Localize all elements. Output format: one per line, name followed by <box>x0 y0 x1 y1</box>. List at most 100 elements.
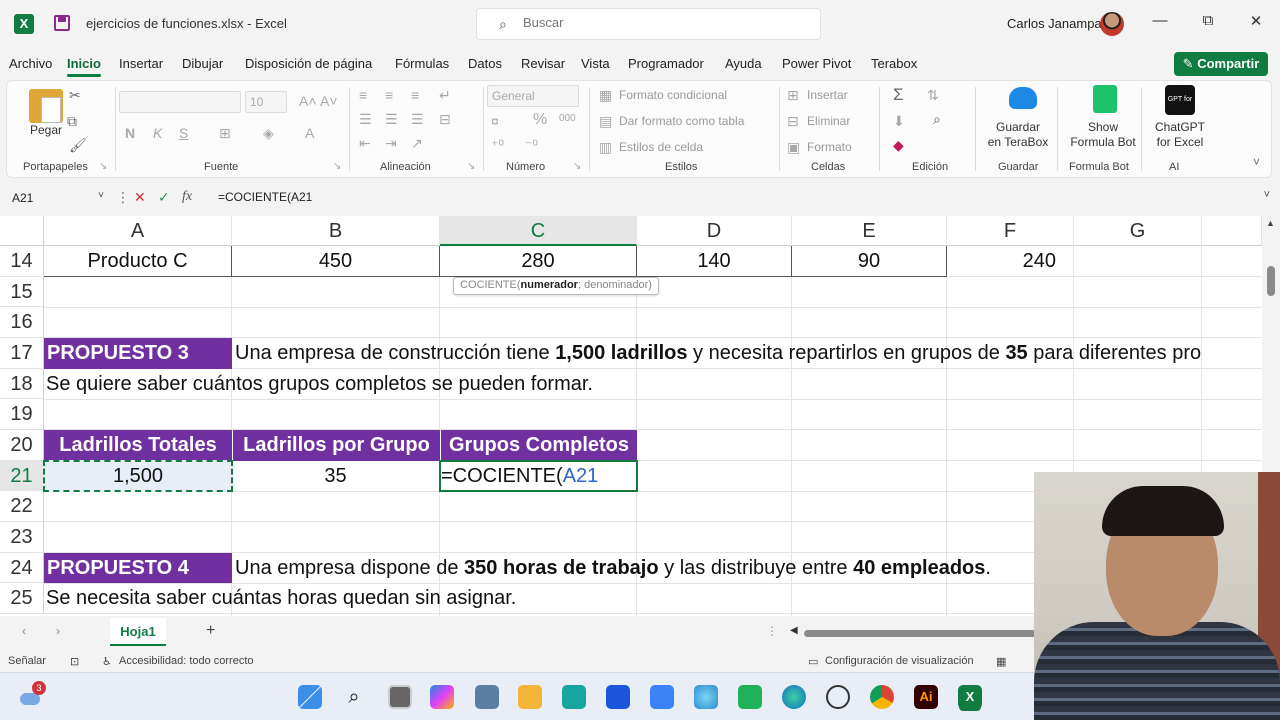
row-header-18[interactable]: 18 <box>0 369 44 399</box>
edge-icon[interactable] <box>782 685 806 709</box>
add-sheet-button[interactable]: + <box>206 622 215 640</box>
cell-b20[interactable]: Ladrillos por Grupo <box>232 430 440 461</box>
font-grow-icon[interactable]: A˄ <box>299 93 317 109</box>
delete-cells-button[interactable]: Eliminar <box>807 114 850 128</box>
table-format-icon[interactable]: ▤ <box>599 113 612 130</box>
tab-formulas[interactable]: Fórmulas <box>395 56 449 71</box>
insert-cells-icon[interactable]: ⊞ <box>787 87 799 104</box>
bold-button[interactable]: N <box>125 125 135 141</box>
font-shrink-icon[interactable]: A˅ <box>320 93 338 109</box>
chatgpt-for-excel-button[interactable]: ChatGPT for Excel <box>1145 120 1215 150</box>
cell-c20[interactable]: Grupos Completos <box>440 430 637 461</box>
search-input[interactable] <box>523 15 803 30</box>
select-all-corner[interactable] <box>0 216 44 246</box>
number-format-box[interactable]: General <box>487 85 579 107</box>
cell-a25[interactable]: Se necesita saber cuántas horas quedan s… <box>46 583 516 614</box>
minimize-button[interactable]: — <box>1145 12 1175 29</box>
cancel-formula-button[interactable]: ✕ <box>134 189 146 206</box>
camtasia-icon[interactable] <box>738 685 762 709</box>
calculator-icon[interactable] <box>475 685 499 709</box>
column-header-f[interactable]: F <box>947 216 1074 246</box>
decrease-indent-icon[interactable]: ⇤ <box>359 135 371 152</box>
search-icon[interactable]: ⌕ <box>342 685 366 709</box>
column-header-e[interactable]: E <box>792 216 947 246</box>
sort-filter-icon[interactable]: ⇅ <box>927 87 939 104</box>
cell-a14[interactable]: Producto C <box>44 246 232 277</box>
cell-a18[interactable]: Se quiere saber cuántos grupos completos… <box>46 369 593 399</box>
accessibility-status[interactable]: Accesibilidad: todo correcto <box>119 655 254 667</box>
clear-icon[interactable]: ◆ <box>893 137 904 154</box>
row-header-16[interactable]: 16 <box>0 307 44 338</box>
task-view-icon[interactable] <box>388 685 412 709</box>
copy-icon[interactable]: ⧉ <box>67 113 77 130</box>
insert-cells-button[interactable]: Insertar <box>807 88 848 102</box>
row-header-21[interactable]: 21 <box>0 461 44 491</box>
find-select-icon[interactable]: ⌕ <box>933 111 941 128</box>
excel-taskbar-icon[interactable]: X <box>958 685 982 709</box>
row-header-23[interactable]: 23 <box>0 522 44 553</box>
enter-formula-button[interactable]: ✓ <box>158 189 170 206</box>
row-header-25[interactable]: 25 <box>0 583 44 614</box>
column-header-d[interactable]: D <box>637 216 792 246</box>
increase-decimal-icon[interactable]: ⁺⁰ <box>491 137 504 154</box>
tab-dibujar[interactable]: Dibujar <box>182 56 223 71</box>
align-middle-icon[interactable]: ≡ <box>385 87 393 103</box>
decrease-decimal-icon[interactable]: ⁻⁰ <box>525 137 538 154</box>
cell-a24[interactable]: PROPUESTO 4 <box>44 553 232 583</box>
cell-b21[interactable]: 35 <box>232 461 440 491</box>
cell-d14[interactable]: 140 <box>637 246 792 277</box>
formula-input[interactable]: =COCIENTE(A21 <box>218 190 312 204</box>
restore-button[interactable]: ⧉ <box>1193 12 1223 29</box>
normal-view-icon[interactable]: ▦ <box>996 655 1006 668</box>
weather-widget[interactable]: 3 <box>20 681 46 709</box>
conditional-format-icon[interactable]: ▦ <box>599 87 612 104</box>
row-header-14[interactable]: 14 <box>0 246 44 277</box>
row-header-20[interactable]: 20 <box>0 430 44 461</box>
column-header-h[interactable] <box>1202 216 1262 246</box>
format-cells-button[interactable]: Formato <box>807 140 852 154</box>
format-painter-icon[interactable]: 🖌 <box>69 137 87 154</box>
tab-insertar[interactable]: Insertar <box>119 56 163 71</box>
tab-split-handle[interactable]: ⋮ <box>766 624 778 638</box>
tooltip-current-arg[interactable]: numerador <box>521 279 578 291</box>
font-color-icon[interactable]: A <box>305 125 314 141</box>
merge-center-icon[interactable]: ⊟ <box>439 111 451 128</box>
start-icon[interactable] <box>298 685 322 709</box>
cell-a21[interactable]: 1,500 <box>44 461 232 491</box>
cell-b14[interactable]: 450 <box>232 246 440 277</box>
next-sheet-icon[interactable]: › <box>56 624 60 638</box>
tab-vista[interactable]: Vista <box>581 56 610 71</box>
row-header-19[interactable]: 19 <box>0 399 44 430</box>
display-settings-button[interactable]: Configuración de visualización <box>825 655 974 667</box>
tab-archivo[interactable]: Archivo <box>9 56 52 71</box>
cell-styles-button[interactable]: Estilos de celda <box>619 140 703 154</box>
cell-b24[interactable]: Una empresa dispone de 350 horas de trab… <box>235 553 991 583</box>
column-header-c[interactable]: C <box>440 216 637 246</box>
wrap-text-icon[interactable]: ↵ <box>439 87 451 104</box>
save-terabox-button[interactable]: Guardar en TeraBox <box>983 120 1053 150</box>
horizontal-scroll-thumb[interactable] <box>804 630 1036 637</box>
underline-button[interactable]: S <box>179 125 188 141</box>
comma-style-button[interactable]: 000 <box>559 113 576 124</box>
cell-c14[interactable]: 280 <box>440 246 637 277</box>
borders-icon[interactable]: ⊞ <box>219 125 231 142</box>
chrome-icon[interactable] <box>870 685 894 709</box>
percent-style-button[interactable]: % <box>533 111 547 129</box>
table-format-button[interactable]: Dar formato como tabla <box>619 114 744 128</box>
delete-cells-icon[interactable]: ⊟ <box>787 113 799 130</box>
tab-terabox[interactable]: Terabox <box>871 56 917 71</box>
autocad-app-icon[interactable] <box>606 685 630 709</box>
paste-icon[interactable] <box>29 89 63 123</box>
cell-f14[interactable]: 240 <box>947 246 1074 277</box>
tab-power-pivot[interactable]: Power Pivot <box>782 56 851 71</box>
tooltip-function-name[interactable]: COCIENTE( <box>460 279 521 291</box>
insert-function-button[interactable]: fx <box>182 189 192 205</box>
paste-button[interactable]: Pegar <box>25 123 67 138</box>
illustrator-icon[interactable]: Ai <box>914 685 938 709</box>
name-box[interactable]: A21 ˅ <box>8 186 110 210</box>
cell-a20[interactable]: Ladrillos Totales <box>44 430 232 461</box>
dialog-launcher-icon[interactable]: ↘ <box>467 161 475 172</box>
scroll-left-icon[interactable]: ◀ <box>790 625 798 636</box>
fill-icon[interactable]: ⬇ <box>893 113 905 130</box>
prev-sheet-icon[interactable]: ‹ <box>22 624 26 638</box>
